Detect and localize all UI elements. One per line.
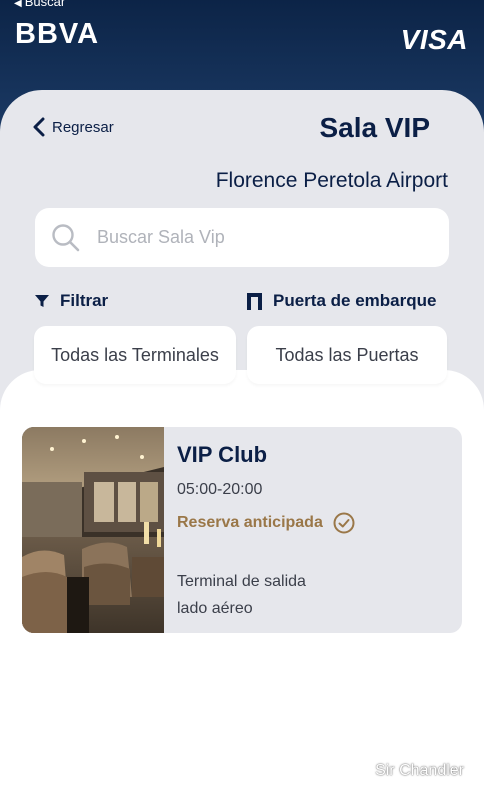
- gate-select[interactable]: Todas las Puertas: [247, 326, 447, 384]
- lounge-name: VIP Club: [177, 442, 268, 467]
- search-box[interactable]: [35, 208, 449, 267]
- filter-button[interactable]: Filtrar: [34, 291, 108, 311]
- bbva-logo: BBVA: [15, 18, 100, 50]
- reservation-status: Reserva anticipada: [177, 512, 355, 534]
- gate-label: Puerta de embarque: [273, 291, 437, 310]
- gate-filter-heading: Puerta de embarque: [246, 291, 436, 311]
- airport-name: Florence Peretola Airport: [215, 169, 448, 192]
- visa-logo: VISA: [400, 24, 468, 55]
- lounge-hours: 05:00-20:00: [177, 481, 263, 498]
- lounge-terminal: Terminal de salida: [177, 573, 306, 590]
- lounge-side: lado aéreo: [177, 600, 253, 617]
- back-to-app[interactable]: ◀ Buscar: [14, 0, 65, 9]
- terminal-select[interactable]: Todas las Terminales: [34, 326, 236, 384]
- page-title: Sala VIP: [319, 112, 430, 143]
- back-button[interactable]: Regresar: [32, 116, 114, 138]
- back-triangle-icon: ◀: [14, 0, 22, 9]
- back-button-label: Regresar: [52, 118, 114, 136]
- check-circle-icon: [333, 512, 355, 534]
- lounge-card[interactable]: VIP Club 05:00-20:00 Reserva anticipada …: [22, 427, 462, 633]
- watermark: Sir Chandler: [375, 762, 464, 779]
- chevron-left-icon: [33, 117, 45, 137]
- reservation-label: Reserva anticipada: [177, 514, 323, 531]
- gate-icon: [247, 293, 262, 310]
- filter-label: Filtrar: [60, 291, 109, 310]
- lounge-photo: [22, 427, 164, 633]
- search-icon: [52, 223, 80, 251]
- back-to-app-label: Buscar: [24, 0, 66, 9]
- search-input[interactable]: [95, 226, 419, 249]
- filter-icon: [35, 295, 49, 307]
